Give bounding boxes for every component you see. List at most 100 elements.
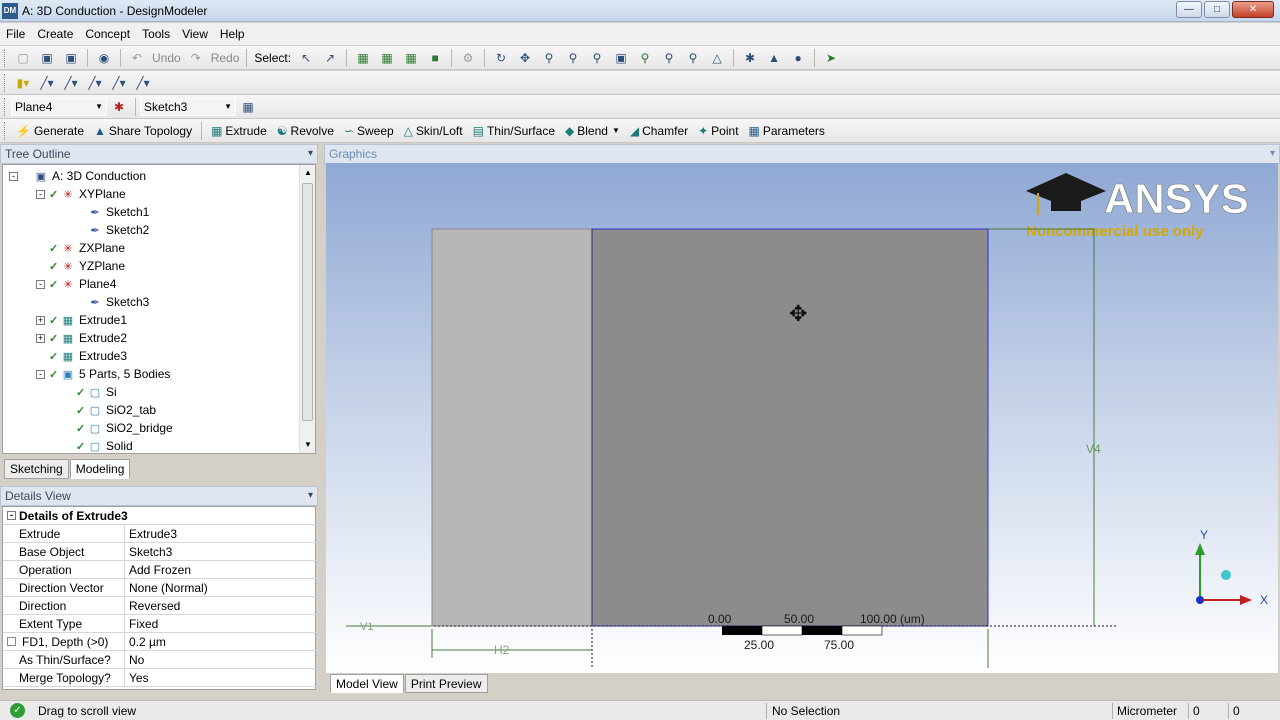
point-button[interactable]: ✦ Point xyxy=(696,124,740,138)
minimize-icon[interactable]: — xyxy=(1176,1,1202,18)
new-icon[interactable]: ▢ xyxy=(13,48,33,68)
tree-item[interactable]: ✓ ▢ Si xyxy=(63,383,117,401)
body-extrude-dark[interactable] xyxy=(592,229,988,626)
select-mode-icon[interactable]: ↖ xyxy=(296,48,316,68)
maximize-icon[interactable]: □ xyxy=(1204,1,1230,18)
edge-style-3-icon[interactable]: ╱▾ xyxy=(85,73,105,93)
generate-button[interactable]: ⚡ Generate xyxy=(14,124,86,138)
zoom-fit-icon[interactable]: ⚲ xyxy=(587,48,607,68)
sweep-button[interactable]: ∽ Sweep xyxy=(342,124,396,138)
graphics-canvas[interactable]: ANSYS Noncommercial use only V4 V1 H2 0.… xyxy=(326,163,1278,673)
scroll-down-icon[interactable]: ▼ xyxy=(300,437,315,453)
close-icon[interactable]: ✕ xyxy=(1232,1,1274,18)
blend-button[interactable]: ◆ Blend ▼ xyxy=(563,124,622,138)
magnifier-icon[interactable]: ⚲ xyxy=(635,48,655,68)
units-status[interactable]: Micrometer xyxy=(1117,704,1177,718)
body-filter-icon[interactable]: ■ xyxy=(425,48,445,68)
tree-item[interactable]: - ✓ ▣ 5 Parts, 5 Bodies xyxy=(36,365,170,383)
share-topology-button[interactable]: ▲ Share Topology xyxy=(92,124,194,138)
screenshot-icon[interactable]: ◉ xyxy=(94,48,114,68)
zoom-to-fit-icon[interactable]: ▣ xyxy=(611,48,631,68)
details-row[interactable]: Merge Topology? Yes xyxy=(3,669,317,687)
plane-select[interactable]: Plane4 ▼ xyxy=(11,97,107,116)
details-row-value[interactable]: 0.2 µm xyxy=(125,633,166,650)
details-row-value[interactable]: Yes xyxy=(125,669,149,686)
tree-item[interactable]: ✒ Sketch2 xyxy=(63,221,149,239)
edge-filter-icon[interactable]: ▦ xyxy=(377,48,397,68)
tree-item[interactable]: ✓ ✳ YZPlane xyxy=(36,257,125,275)
toolbar-grip[interactable] xyxy=(4,97,7,116)
menu-file[interactable]: File xyxy=(0,27,31,41)
details-row-value[interactable]: Add Frozen xyxy=(125,561,191,578)
details-row[interactable]: As Thin/Surface? No xyxy=(3,651,317,669)
save-icon[interactable]: ▣ xyxy=(37,48,57,68)
rotate-icon[interactable]: ↻ xyxy=(491,48,511,68)
face-filter-icon[interactable]: ▦ xyxy=(401,48,421,68)
iso-view-icon[interactable]: △ xyxy=(707,48,727,68)
menu-concept[interactable]: Concept xyxy=(79,27,136,41)
body-si-light[interactable] xyxy=(431,228,593,627)
next-view-icon[interactable]: ⚲ xyxy=(683,48,703,68)
undo-icon[interactable]: ↶ xyxy=(127,48,147,68)
details-row-value[interactable]: Reversed xyxy=(125,597,180,614)
details-row-value[interactable]: None (Normal) xyxy=(125,579,208,596)
chamfer-button[interactable]: ◢ Chamfer xyxy=(628,124,690,138)
collapse-icon[interactable]: - xyxy=(36,369,45,379)
dim-v1-label[interactable]: V1 xyxy=(360,621,373,633)
menu-help[interactable]: Help xyxy=(214,27,251,41)
pin-icon[interactable]: ▾ xyxy=(1270,148,1275,159)
extend-selection-icon[interactable]: ⚙ xyxy=(458,48,478,68)
scroll-up-icon[interactable]: ▲ xyxy=(300,165,315,181)
redo-icon[interactable]: ↷ xyxy=(186,48,206,68)
tree-item[interactable]: ✓ ▢ SiO2_bridge xyxy=(63,419,173,437)
edge-style-2-icon[interactable]: ╱▾ xyxy=(61,73,81,93)
triad-icon[interactable]: ✱ xyxy=(740,48,760,68)
edge-style-1-icon[interactable]: ╱▾ xyxy=(37,73,57,93)
tree-item[interactable]: ✓ ▢ SiO2_tab xyxy=(63,401,156,419)
edge-style-5-icon[interactable]: ╱▾ xyxy=(133,73,153,93)
tab-modeling[interactable]: Modeling xyxy=(69,459,131,479)
details-row-value[interactable]: Extrude3 xyxy=(125,525,177,542)
menu-tools[interactable]: Tools xyxy=(136,27,176,41)
previous-view-icon[interactable]: ⚲ xyxy=(659,48,679,68)
tree-item[interactable]: ✒ Sketch1 xyxy=(63,203,149,221)
iso-ball-icon[interactable] xyxy=(1221,570,1231,580)
display-mode-icon[interactable]: ▲ xyxy=(764,48,784,68)
details-row[interactable]: Base Object Sketch3 xyxy=(3,543,317,561)
collapse-icon[interactable]: - xyxy=(36,189,45,199)
thin-surface-button[interactable]: ▤ Thin/Surface xyxy=(471,124,557,138)
extrude-button[interactable]: ▦ Extrude xyxy=(209,124,269,138)
color-bar-icon[interactable]: ▮▾ xyxy=(13,73,33,93)
details-row[interactable]: Direction Vector None (Normal) xyxy=(3,579,317,597)
details-row[interactable]: Extent Type Fixed xyxy=(3,615,317,633)
tree-item[interactable]: + ✓ ▦ Extrude1 xyxy=(36,311,127,329)
expand-icon[interactable]: + xyxy=(36,333,45,343)
collapse-icon[interactable]: - xyxy=(36,279,45,289)
tree-item[interactable]: ✓ ▦ Extrude3 xyxy=(36,347,127,365)
new-plane-icon[interactable]: ✱ xyxy=(109,97,129,117)
scroll-thumb[interactable] xyxy=(302,183,313,421)
pan-icon[interactable]: ✥ xyxy=(515,48,535,68)
edge-style-4-icon[interactable]: ╱▾ xyxy=(109,73,129,93)
collapse-icon[interactable]: - xyxy=(7,511,16,520)
collapse-icon[interactable]: - xyxy=(9,171,18,181)
undo-button[interactable]: Undo xyxy=(152,51,181,65)
graphics-viewport[interactable]: ANSYS Noncommercial use only V4 V1 H2 0.… xyxy=(326,163,1278,673)
tab-model-view[interactable]: Model View xyxy=(330,674,404,693)
toolbar-grip[interactable] xyxy=(4,73,7,92)
revolve-button[interactable]: ☯ Revolve xyxy=(275,124,336,138)
help-pointer-icon[interactable]: ➤ xyxy=(821,48,841,68)
tree-item[interactable]: - ✓ ✳ Plane4 xyxy=(36,275,116,293)
tab-print-preview[interactable]: Print Preview xyxy=(404,674,488,693)
parameters-button[interactable]: ▦ Parameters xyxy=(747,124,827,138)
details-row[interactable]: Operation Add Frozen xyxy=(3,561,317,579)
tab-sketching[interactable]: Sketching xyxy=(4,459,69,479)
tree-item[interactable]: - ✓ ✳ XYPlane xyxy=(36,185,126,203)
toolbar-grip[interactable] xyxy=(4,48,7,67)
details-row-value[interactable]: Fixed xyxy=(125,615,158,632)
pin-icon[interactable]: ▾ xyxy=(308,490,313,501)
skin-loft-button[interactable]: △ Skin/Loft xyxy=(402,124,465,138)
details-row-value[interactable]: No xyxy=(125,651,144,668)
details-row[interactable]: Extrude Extrude3 xyxy=(3,525,317,543)
tree-item[interactable]: ✓ ✳ ZXPlane xyxy=(36,239,125,257)
